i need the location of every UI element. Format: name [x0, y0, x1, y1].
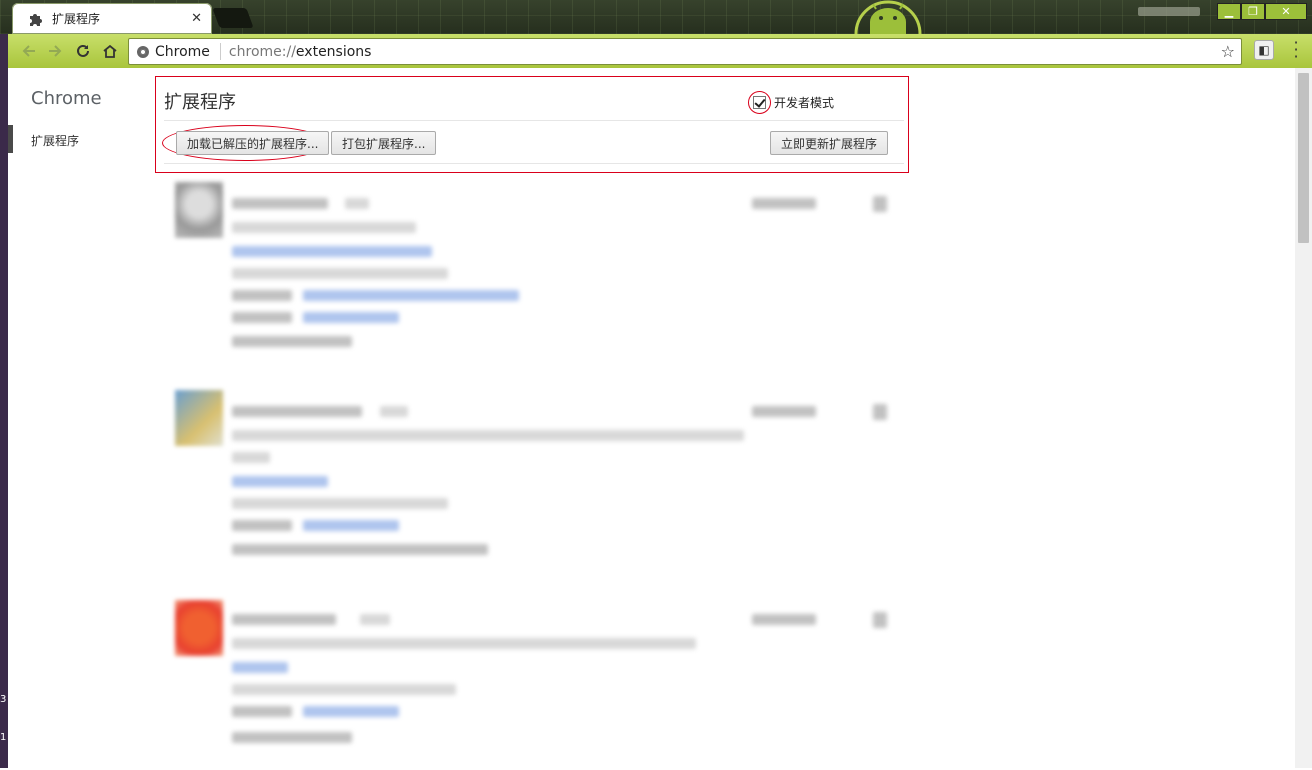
edge-digit: 3 — [0, 694, 7, 705]
developer-mode-label[interactable]: 开发者模式 — [774, 94, 834, 111]
extension-icon-blurred — [175, 390, 223, 446]
puzzle-icon — [30, 13, 42, 26]
pack-extension-button[interactable]: 打包扩展程序... — [331, 131, 437, 155]
url-text[interactable]: chrome://extensions — [229, 44, 372, 60]
extension-icon-blurred — [175, 600, 223, 656]
trash-icon[interactable] — [873, 196, 887, 212]
profile-name[interactable] — [1138, 7, 1200, 16]
page-title: 扩展程序 — [164, 92, 236, 113]
extension-item — [175, 600, 895, 770]
new-tab-button[interactable] — [212, 8, 254, 28]
close-window-button[interactable]: ✕ — [1265, 3, 1307, 20]
url-scheme: chrome:// — [228, 43, 296, 60]
extensions-page: Chrome 扩展程序 扩展程序 开发者模式 加载已解压的扩展程序... 打包扩… — [8, 68, 1295, 768]
reload-icon[interactable] — [70, 38, 96, 64]
sidebar-title: Chrome — [31, 88, 102, 109]
maximize-button[interactable]: ❐ — [1241, 3, 1265, 20]
star-icon[interactable]: ☆ — [1221, 42, 1235, 61]
checkmark-icon[interactable] — [748, 91, 771, 114]
extension-link[interactable] — [232, 476, 328, 487]
divider — [164, 120, 904, 121]
sidebar-selection-marker — [8, 125, 13, 153]
annotation-circle — [748, 91, 771, 114]
tab-close-icon[interactable]: ✕ — [191, 11, 202, 26]
forward-icon[interactable] — [42, 38, 68, 64]
extension-link[interactable] — [232, 246, 432, 257]
trash-icon[interactable] — [873, 404, 887, 420]
desktop-edge: 3 1 — [0, 34, 8, 768]
enabled-checkbox[interactable] — [752, 406, 816, 417]
tab-strip: 扩展程序 ✕ ▁ ❐ ✕ — [0, 0, 1312, 34]
browser-toolbar: Chrome chrome://extensions ☆ ◧ · · · — [8, 34, 1312, 68]
load-unpacked-button[interactable]: 加载已解压的扩展程序... — [176, 131, 330, 155]
android-theme-graphic — [854, 0, 922, 34]
extension-icon[interactable]: ◧ — [1254, 40, 1274, 60]
extension-icon-blurred — [175, 182, 223, 238]
site-chip[interactable]: Chrome — [129, 43, 221, 60]
tab-extensions[interactable]: 扩展程序 ✕ — [12, 3, 212, 34]
developer-mode-toggle[interactable]: 开发者模式 — [748, 91, 834, 114]
update-extensions-button[interactable]: 立即更新扩展程序 — [770, 131, 889, 155]
trash-icon[interactable] — [873, 612, 887, 628]
back-icon[interactable] — [16, 38, 42, 64]
extension-item — [175, 182, 895, 362]
chrome-icon — [137, 45, 149, 58]
extension-link[interactable] — [232, 662, 288, 673]
site-chip-label: Chrome — [155, 43, 210, 60]
divider — [164, 163, 904, 164]
menu-icon[interactable]: · · · — [1288, 35, 1304, 65]
url-path: extensions — [295, 43, 372, 60]
home-icon[interactable] — [97, 38, 123, 64]
extensions-header: 扩展程序 开发者模式 加载已解压的扩展程序... 打包扩展程序... 立即更新扩… — [155, 76, 909, 173]
extension-item — [175, 390, 895, 560]
enabled-checkbox[interactable] — [752, 614, 816, 625]
tab-title: 扩展程序 — [52, 12, 101, 26]
minimize-button[interactable]: ▁ — [1217, 3, 1241, 20]
scrollbar-thumb[interactable] — [1298, 73, 1309, 243]
address-bar[interactable]: Chrome chrome://extensions ☆ — [128, 38, 1242, 65]
sidebar-item-extensions[interactable]: 扩展程序 — [31, 132, 79, 149]
edge-digit: 1 — [0, 732, 7, 743]
enabled-checkbox[interactable] — [752, 198, 816, 209]
